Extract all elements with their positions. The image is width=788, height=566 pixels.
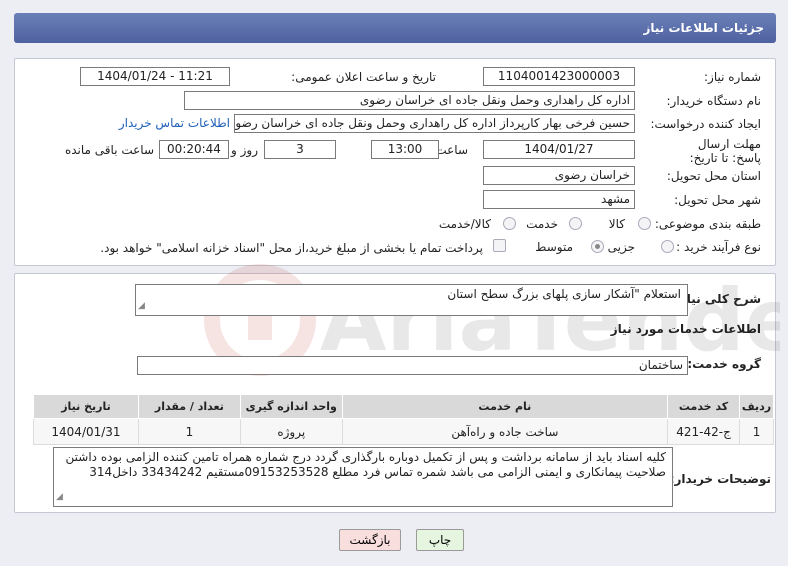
- province-field[interactable]: خراسان رضوی: [483, 166, 635, 185]
- category-label: طبقه بندی موضوعی:: [654, 217, 761, 231]
- col-row-number: ردیف: [739, 394, 774, 419]
- category-goods-service-label: کالا/خدمت: [438, 217, 491, 231]
- col-quantity: تعداد / مقدار: [137, 394, 241, 419]
- time-label: ساعت: [435, 143, 468, 157]
- category-goods-label: کالا: [608, 217, 625, 231]
- process-type-label: نوع فرآیند خرید :: [676, 240, 761, 254]
- services-table: ردیف کد خدمت نام خدمت واحد اندازه گیری ت…: [33, 394, 774, 445]
- cell-unit: پروژه: [239, 418, 343, 445]
- deadline-date-field[interactable]: 1404/01/27: [483, 140, 635, 159]
- day-and-label: روز و: [231, 143, 258, 157]
- announce-datetime-label: تاریخ و ساعت اعلان عمومی:: [291, 70, 436, 84]
- buyer-contact-link[interactable]: اطلاعات تماس خریدار: [119, 116, 230, 130]
- col-need-date: تاریخ نیاز: [33, 394, 139, 419]
- buyer-notes-label: توضیحات خریدار:: [669, 472, 771, 486]
- info-panel: [14, 58, 776, 266]
- need-number-label: شماره نیاز:: [704, 70, 761, 84]
- deadline-label: مهلت ارسال پاسخ: تا تاریخ:: [689, 137, 761, 165]
- category-service-label: خدمت: [526, 217, 558, 231]
- col-service-name: نام خدمت: [341, 394, 669, 419]
- buyer-notes-text: کلیه اسناد باید از سامانه برداشت و پس از…: [65, 450, 666, 479]
- table-row[interactable]: 1 ج-42-421 ساخت جاده و راه‌آهن پروژه 1 1…: [33, 418, 774, 445]
- announce-datetime-field[interactable]: 1404/01/24 - 11:21: [80, 67, 230, 86]
- buyer-org-field[interactable]: اداره کل راهداری وحمل ونقل جاده ای خراسا…: [184, 91, 635, 110]
- need-number-field[interactable]: 1104001423000003: [483, 67, 635, 86]
- category-goods-service-radio[interactable]: [503, 217, 516, 230]
- col-service-code: کد خدمت: [667, 394, 741, 419]
- city-field[interactable]: مشهد: [483, 190, 635, 209]
- back-button[interactable]: بازگشت: [339, 529, 401, 551]
- remaining-time-field[interactable]: 00:20:44: [159, 140, 229, 159]
- province-label: استان محل تحویل:: [666, 169, 761, 183]
- process-partial-label: جزیی: [607, 240, 635, 254]
- page-title: جزئیات اطلاعات نیاز: [643, 21, 764, 35]
- cell-row-number: 1: [739, 418, 774, 445]
- requester-field[interactable]: حسین فرخی بهار کارپرداز اداره کل راهداری…: [234, 114, 635, 133]
- general-desc-text: استعلام "آشکار سازی پلهای بزرگ سطح استان: [447, 287, 681, 301]
- days-field[interactable]: 3: [264, 140, 336, 159]
- process-partial-radio[interactable]: [661, 240, 674, 253]
- print-button[interactable]: چاپ: [416, 529, 464, 551]
- table-header-row: ردیف کد خدمت نام خدمت واحد اندازه گیری ت…: [33, 394, 774, 419]
- cell-quantity: 1: [137, 418, 241, 445]
- city-label: شهر محل تحویل:: [674, 193, 761, 207]
- category-goods-radio[interactable]: [638, 217, 651, 230]
- service-group-label: گروه خدمت:: [687, 357, 761, 371]
- services-info-title: اطلاعات خدمات مورد نیاز: [610, 322, 761, 336]
- category-service-radio[interactable]: [569, 217, 582, 230]
- deadline-time-field[interactable]: 13:00: [371, 140, 439, 159]
- cell-need-date: 1404/01/31: [33, 418, 139, 445]
- buyer-org-label: نام دستگاه خریدار:: [666, 94, 762, 108]
- cell-service-code: ج-42-421: [667, 418, 741, 445]
- requester-label: ایجاد کننده درخواست:: [650, 117, 761, 131]
- general-desc-textarea[interactable]: استعلام "آشکار سازی پلهای بزرگ سطح استان…: [135, 284, 688, 316]
- process-medium-label: متوسط: [535, 240, 573, 254]
- service-group-field[interactable]: ساختمان: [137, 356, 688, 375]
- col-unit: واحد اندازه گیری: [239, 394, 343, 419]
- resize-grip-icon[interactable]: ◢: [138, 299, 145, 314]
- remaining-label: ساعت باقی مانده: [64, 143, 154, 157]
- treasury-payment-note: پرداخت تمام یا بخشی از مبلغ خرید،از محل …: [100, 241, 483, 255]
- resize-grip-icon[interactable]: ◢: [56, 490, 63, 505]
- cell-service-name: ساخت جاده و راه‌آهن: [341, 418, 669, 445]
- treasury-payment-checkbox[interactable]: [493, 239, 506, 252]
- buyer-notes-textarea[interactable]: کلیه اسناد باید از سامانه برداشت و پس از…: [53, 447, 673, 507]
- process-medium-radio[interactable]: [591, 240, 604, 253]
- page-header: جزئیات اطلاعات نیاز: [14, 13, 776, 43]
